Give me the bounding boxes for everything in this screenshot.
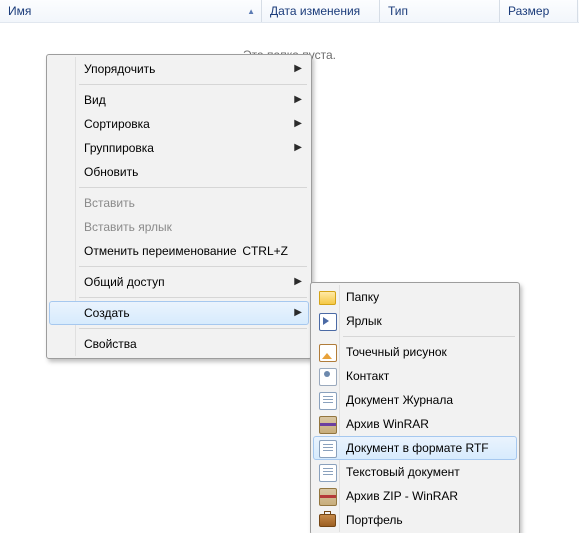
column-date[interactable]: Дата изменения [262, 0, 380, 22]
column-type[interactable]: Тип [380, 0, 500, 22]
menu-label: Контакт [346, 369, 389, 383]
menu-label: Создать [84, 306, 130, 320]
menu-label: Папку [346, 290, 379, 304]
submenu-arrow-icon: ▶ [294, 58, 302, 80]
submenu-rar[interactable]: Архив WinRAR [313, 412, 517, 436]
submenu-arrow-icon: ▶ [294, 271, 302, 293]
menu-paste-shortcut: Вставить ярлык [49, 215, 309, 239]
submenu-journal[interactable]: Документ Журнала [313, 388, 517, 412]
menu-undo-rename[interactable]: Отменить переименование CTRL+Z [49, 239, 309, 263]
menu-paste: Вставить [49, 191, 309, 215]
rtf-icon [319, 440, 337, 458]
submenu-briefcase[interactable]: Портфель [313, 508, 517, 532]
menu-share[interactable]: Общий доступ ▶ [49, 270, 309, 294]
menu-label: Общий доступ [84, 275, 165, 289]
submenu-txt[interactable]: Текстовый документ [313, 460, 517, 484]
bitmap-icon [319, 344, 337, 362]
context-menu: Упорядочить ▶ Вид ▶ Сортировка ▶ Группир… [46, 54, 312, 359]
explorer-header: Имя ▲ Дата изменения Тип Размер [0, 0, 579, 23]
menu-label: Документ Журнала [346, 393, 453, 407]
menu-label: Обновить [84, 165, 138, 179]
submenu-folder[interactable]: Папку [313, 285, 517, 309]
menu-separator [79, 297, 307, 298]
txt-icon [319, 464, 337, 482]
menu-label: Архив WinRAR [346, 417, 429, 431]
menu-separator [79, 328, 307, 329]
column-name[interactable]: Имя ▲ [0, 0, 262, 22]
menu-label: Точечный рисунок [346, 345, 447, 359]
shortcut-icon [319, 313, 337, 331]
new-submenu: Папку Ярлык Точечный рисунок Контакт Док… [310, 282, 520, 533]
menu-label: Свойства [84, 337, 137, 351]
menu-label: Сортировка [84, 117, 150, 131]
zip-icon [319, 488, 337, 506]
submenu-shortcut[interactable]: Ярлык [313, 309, 517, 333]
column-label: Размер [508, 4, 549, 18]
submenu-rtf[interactable]: Документ в формате RTF [313, 436, 517, 460]
folder-icon [319, 291, 336, 305]
menu-label: Вид [84, 93, 106, 107]
menu-arrange[interactable]: Упорядочить ▶ [49, 57, 309, 81]
menu-sort[interactable]: Сортировка ▶ [49, 112, 309, 136]
menu-separator [79, 187, 307, 188]
submenu-arrow-icon: ▶ [294, 113, 302, 135]
submenu-arrow-icon: ▶ [294, 137, 302, 159]
menu-properties[interactable]: Свойства [49, 332, 309, 356]
menu-label: Вставить ярлык [84, 220, 172, 234]
menu-label: Архив ZIP - WinRAR [346, 489, 458, 503]
briefcase-icon [319, 514, 336, 527]
menu-label: Отменить переименование [84, 244, 237, 258]
menu-separator [79, 266, 307, 267]
menu-view[interactable]: Вид ▶ [49, 88, 309, 112]
sort-arrow-icon: ▲ [247, 1, 255, 23]
contact-icon [319, 368, 337, 386]
menu-label: Упорядочить [84, 62, 155, 76]
column-label: Тип [388, 4, 408, 18]
journal-icon [319, 392, 337, 410]
menu-separator [79, 84, 307, 85]
rar-icon [319, 416, 337, 434]
menu-group[interactable]: Группировка ▶ [49, 136, 309, 160]
menu-refresh[interactable]: Обновить [49, 160, 309, 184]
menu-separator [343, 336, 515, 337]
menu-label: Текстовый документ [346, 465, 460, 479]
column-label: Дата изменения [270, 4, 360, 18]
menu-label: Вставить [84, 196, 135, 210]
menu-label: Группировка [84, 141, 154, 155]
column-label: Имя [8, 4, 31, 18]
menu-shortcut: CTRL+Z [242, 240, 288, 262]
column-size[interactable]: Размер [500, 0, 578, 22]
submenu-arrow-icon: ▶ [294, 302, 302, 324]
submenu-contact[interactable]: Контакт [313, 364, 517, 388]
menu-label: Документ в формате RTF [346, 441, 489, 455]
menu-label: Портфель [346, 513, 403, 527]
menu-new[interactable]: Создать ▶ [49, 301, 309, 325]
submenu-bitmap[interactable]: Точечный рисунок [313, 340, 517, 364]
submenu-zip[interactable]: Архив ZIP - WinRAR [313, 484, 517, 508]
submenu-arrow-icon: ▶ [294, 89, 302, 111]
menu-label: Ярлык [346, 314, 382, 328]
